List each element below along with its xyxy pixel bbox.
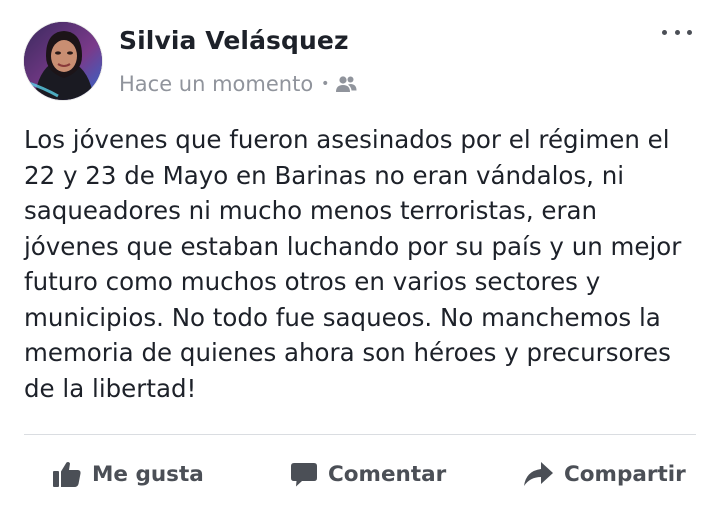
- post-actions: Me gusta Comentar Compartir: [0, 450, 720, 498]
- more-options-icon[interactable]: [662, 22, 692, 42]
- thumbs-up-icon: [52, 459, 82, 489]
- like-button[interactable]: Me gusta: [52, 450, 204, 498]
- share-label: Compartir: [564, 461, 686, 487]
- post-card: Silvia Velásquez Hace un momento • Los j…: [0, 0, 720, 514]
- like-label: Me gusta: [92, 461, 204, 487]
- post-timestamp[interactable]: Hace un momento: [119, 72, 313, 96]
- divider: [24, 434, 696, 435]
- comment-icon: [290, 460, 318, 488]
- avatar[interactable]: [24, 22, 102, 100]
- comment-label: Comentar: [328, 461, 447, 487]
- author-name[interactable]: Silvia Velásquez: [119, 26, 349, 55]
- friends-icon[interactable]: [335, 75, 357, 93]
- share-icon: [522, 460, 554, 488]
- avatar-photo: [24, 22, 102, 100]
- meta-separator: •: [321, 76, 330, 92]
- share-button[interactable]: Compartir: [522, 450, 686, 498]
- comment-button[interactable]: Comentar: [290, 450, 446, 498]
- post-text: Los jóvenes que fueron asesinados por el…: [24, 125, 682, 403]
- post-meta: Hace un momento •: [119, 70, 357, 98]
